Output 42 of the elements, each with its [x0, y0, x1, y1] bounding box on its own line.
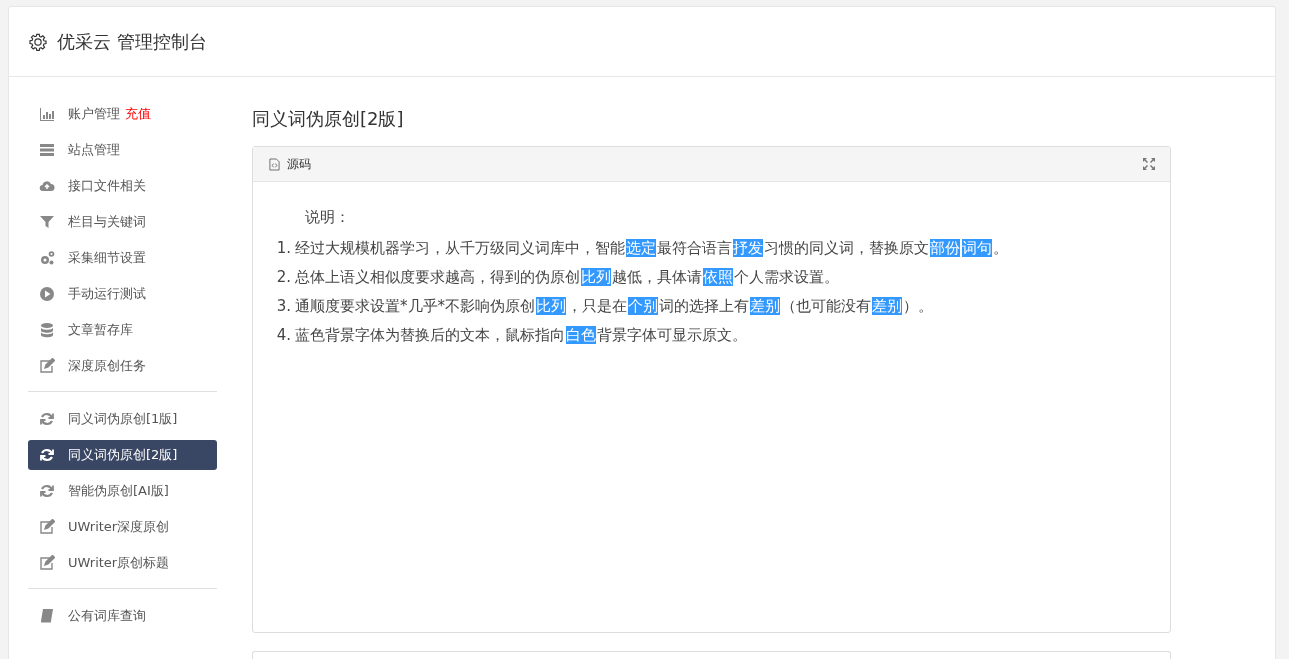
page-title: 优采云 管理控制台 — [57, 29, 207, 54]
sidebar-item[interactable]: 智能伪原创[AI版] — [28, 476, 217, 506]
refresh-icon — [39, 483, 55, 499]
sidebar-item[interactable]: 同义词伪原创[1版] — [28, 404, 217, 434]
sidebar-item[interactable]: 深度原创任务 — [28, 351, 217, 381]
section-title: 同义词伪原创[2版] — [252, 107, 405, 131]
instruction-text: 经过大规模机器学习，从千万级同义词库中，智能选定最符合语言抒发习惯的同义词，替换原文部份词句。 — [295, 238, 1008, 259]
sidebar-item[interactable]: 接口文件相关 — [28, 171, 217, 201]
list-number: 3. — [275, 296, 291, 317]
list-number: 4. — [275, 325, 291, 346]
cloud-icon — [39, 178, 55, 194]
sidebar-item[interactable]: 公有词库查询 — [28, 601, 217, 631]
chart-icon — [39, 106, 55, 122]
instructions-heading: 说明： — [304, 207, 351, 228]
edit-icon — [39, 555, 55, 571]
settings-icon — [29, 32, 47, 51]
sidebar-item[interactable]: 文章暂存库 — [28, 315, 217, 345]
server-icon — [39, 142, 55, 158]
list-number: 1. — [275, 238, 291, 259]
sidebar-item[interactable]: 同义词伪原创[2版] — [28, 440, 217, 470]
code-file-icon — [269, 157, 280, 171]
sidebar-item[interactable]: UWriter原创标题 — [28, 548, 217, 578]
database-icon — [39, 322, 55, 338]
filter-icon — [39, 214, 55, 230]
instruction-text: 通顺度要求设置*几乎*不影响伪原创比列，只是在个别词的选择上有差别（也可能没有差别）。 — [295, 296, 933, 317]
recharge-link[interactable]: 充值 — [125, 105, 151, 123]
sidebar-item[interactable]: 站点管理 — [28, 135, 217, 165]
instruction-text: 蓝色背景字体为替换后的文本，鼠标指向 白色背景字体可显示原文。 — [295, 325, 747, 346]
edit-icon — [39, 358, 55, 374]
sidebar-item[interactable]: 采集细节设置 — [28, 243, 217, 273]
fullscreen-icon[interactable] — [1142, 157, 1156, 171]
sidebar-item[interactable]: 账户管理 充值 — [28, 99, 217, 129]
refresh-icon — [39, 447, 55, 463]
refresh-icon — [39, 411, 55, 427]
list-number: 2. — [275, 267, 291, 288]
sidebar-item[interactable]: 手动运行测试 — [28, 279, 217, 309]
sidebar-item[interactable]: 栏目与关键词 — [28, 207, 217, 237]
source-button[interactable]: 源码 — [267, 153, 313, 175]
sidebar-item[interactable]: UWriter深度原创 — [28, 512, 217, 542]
edit-icon — [39, 519, 55, 535]
play-icon — [39, 286, 55, 302]
instruction-text: 总体上语义相似度要求越高，得到的伪原创比列越低，具体请依照个人需求设置。 — [295, 267, 839, 288]
